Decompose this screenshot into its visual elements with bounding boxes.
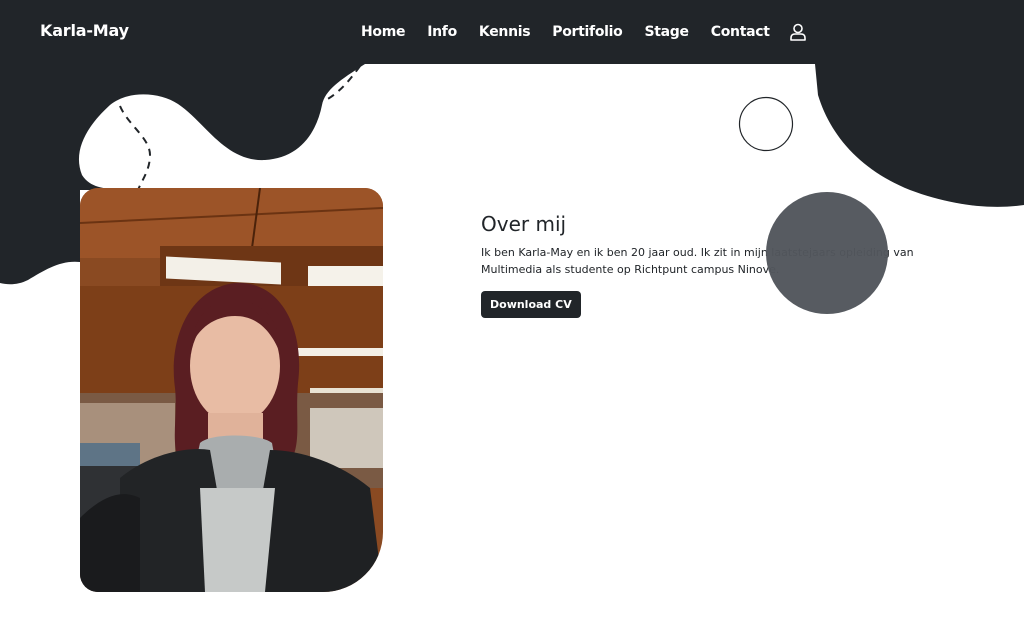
nav-link-home[interactable]: Home [361,24,406,40]
profile-photo [80,188,383,592]
brand-logo[interactable]: Karla-May [40,21,129,40]
nav-link-portifolio[interactable]: Portifolio [552,24,623,40]
grey-circle-decoration [766,192,888,314]
nav-link-contact[interactable]: Contact [711,24,770,40]
nav-links: Home Info Kennis Portifolio Stage Contac… [350,0,807,64]
nav-link-stage[interactable]: Stage [644,24,689,40]
outline-circle [738,96,794,152]
nav-link-kennis[interactable]: Kennis [479,24,531,40]
download-cv-button[interactable]: Download CV [481,291,581,318]
user-icon[interactable] [789,23,807,41]
nav-link-info[interactable]: Info [427,24,457,40]
navbar: Karla-May Home Info Kennis Portifolio St… [0,0,1024,64]
dashed-curve-left [119,105,152,191]
dark-blob-right [815,64,1024,207]
